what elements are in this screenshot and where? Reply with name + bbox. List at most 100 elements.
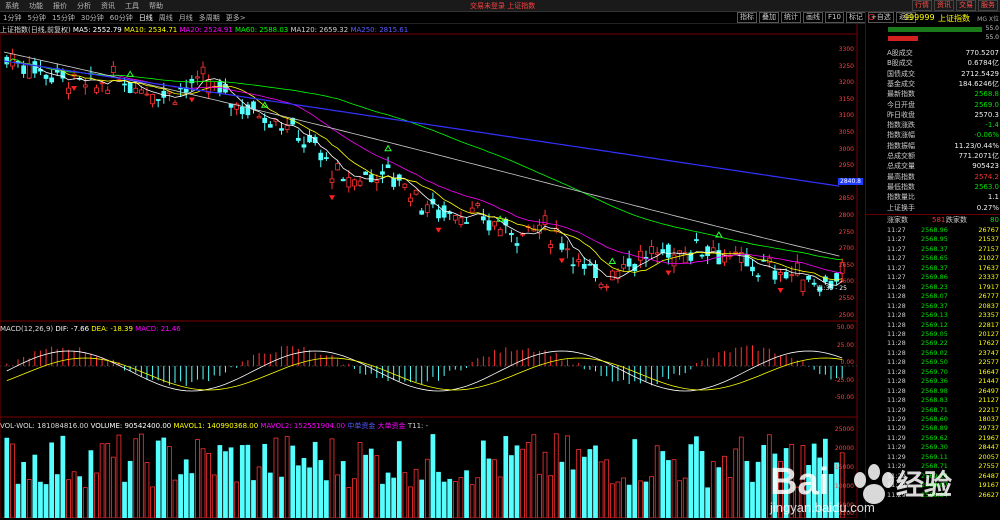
- volume-bar: [755, 461, 761, 518]
- candle-body: [666, 244, 671, 258]
- tick-price: 2569.02: [921, 348, 948, 357]
- tick-time: 11:28: [887, 386, 906, 395]
- volume-bar: [189, 473, 195, 518]
- volume-bar: [682, 477, 688, 518]
- kline-chart[interactable]: [0, 0, 865, 518]
- candle-body: [750, 266, 755, 272]
- quote-value: 1.1: [987, 193, 999, 202]
- volume-bar: [598, 461, 604, 518]
- volume-bar: [761, 444, 767, 518]
- btn-service[interactable]: 服务: [978, 0, 998, 11]
- candle-body: [469, 207, 475, 213]
- volume-bar: [475, 477, 481, 518]
- candle-body: [419, 210, 425, 215]
- candle-body: [464, 222, 469, 224]
- tick-volume: 27157: [978, 244, 999, 253]
- tick-time: 11:28: [887, 367, 906, 376]
- tick-row: 11:28 2569.70 16647: [866, 368, 1000, 377]
- volume-bar: [660, 451, 666, 518]
- candle-body: [733, 251, 739, 254]
- volume-bar: [509, 455, 514, 518]
- tick-time: 11:28: [887, 377, 906, 386]
- axis-tick-label: 3300: [838, 46, 854, 53]
- candle-body: [408, 197, 413, 203]
- volume-bar: [4, 437, 10, 518]
- candle-body: [239, 106, 245, 115]
- quote-key: 基金成交: [887, 79, 915, 88]
- tick-row: 11:28 2569.22 17627: [866, 339, 1000, 348]
- tick-volume: 26767: [978, 226, 999, 234]
- volume-bar: [436, 471, 441, 518]
- btn-quote[interactable]: 行情: [912, 0, 932, 11]
- volume-bar: [497, 476, 503, 518]
- tick-volume: 29737: [978, 424, 999, 433]
- btn-trade[interactable]: 交易: [956, 0, 976, 11]
- candle-body: [127, 82, 133, 93]
- volume-bar: [110, 456, 116, 518]
- tick-time: 11:28: [887, 311, 906, 320]
- volume-bar: [677, 480, 682, 518]
- candle-body: [649, 246, 654, 254]
- sell-arrow-icon: [665, 270, 672, 276]
- up-count: 581: [932, 216, 946, 224]
- volume-bar: [183, 459, 189, 518]
- volume-bar: [727, 477, 733, 518]
- volume-bar: [615, 481, 621, 518]
- tick-volume: 26497: [978, 386, 999, 395]
- candle-body: [581, 264, 587, 269]
- tick-row: 11:29 2569.62 21967: [866, 434, 1000, 443]
- volume-bar: [750, 481, 755, 518]
- volume-bar: [251, 480, 256, 518]
- volume-bar: [49, 442, 55, 518]
- volume-bar: [716, 467, 722, 518]
- quote-value: 2574.2: [974, 172, 1000, 181]
- tick-price: 2568.98: [921, 386, 948, 395]
- volume-bar: [531, 434, 537, 518]
- volume-bar: [267, 472, 273, 518]
- quote-key: 最新指数: [887, 90, 915, 99]
- volume-bar: [133, 438, 139, 518]
- volume-bar: [88, 450, 94, 518]
- candle-body: [43, 74, 49, 79]
- candle-body: [251, 101, 256, 110]
- volume-bar: [452, 481, 458, 518]
- strength-bar-2: [888, 36, 918, 41]
- volume-bar: [419, 479, 425, 518]
- tick-volume: 18037: [978, 415, 999, 423]
- candle-body: [318, 152, 324, 161]
- volume-bar: [413, 468, 419, 518]
- quote-key: A股成交: [887, 49, 913, 57]
- quote-code: 999999: [904, 13, 935, 22]
- tick-volume: 21967: [978, 433, 999, 442]
- quote-value: -0.06%: [974, 131, 999, 140]
- btn-news[interactable]: 资讯: [934, 0, 954, 11]
- candle-body: [637, 250, 643, 261]
- candle-body: [133, 87, 139, 94]
- tick-volume: 26777: [978, 292, 999, 301]
- tick-price: 2569.12: [921, 320, 948, 329]
- quote-row: 最低指数 2563.0: [866, 182, 1000, 192]
- volume-bar: [127, 460, 133, 518]
- candle-body: [99, 82, 105, 85]
- candle-body: [363, 171, 368, 175]
- tick-volume: 21127: [978, 396, 999, 405]
- tick-time: 11:28: [887, 348, 906, 357]
- volume-bar: [21, 462, 26, 518]
- quote-link[interactable]: MG X位: [977, 14, 999, 23]
- quote-flag: G: [868, 13, 875, 22]
- volume-bar: [666, 460, 671, 518]
- sell-arrow-icon: [777, 288, 784, 294]
- tick-time: 11:29: [887, 424, 906, 433]
- candle-body: [559, 243, 565, 250]
- volume-bar: [77, 476, 83, 518]
- axis-tick-label: 2800: [838, 212, 854, 219]
- volume-bar: [346, 487, 352, 518]
- tick-time: 11:27: [887, 263, 906, 272]
- tick-row: 11:27 2568.37 17637: [866, 264, 1000, 273]
- tick-row: 11:28 2569.13 23357: [866, 311, 1000, 320]
- volume-bar: [565, 435, 570, 518]
- volume-bar: [632, 439, 638, 518]
- tick-price: 2568.71: [921, 405, 948, 414]
- volume-bar: [391, 477, 397, 518]
- macd-dea-line: [6, 357, 843, 391]
